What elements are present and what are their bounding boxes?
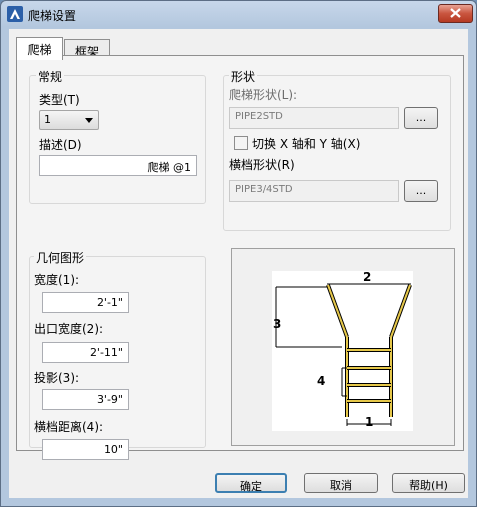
browse-rung-shape-label: ...: [415, 184, 427, 197]
desc-label: 描述(D): [39, 138, 82, 152]
tab-ladder-label: 爬梯: [27, 43, 52, 57]
dim3-label: 3: [273, 317, 281, 331]
dialog-client: 爬梯 框架 常规 类型(T) 1 描述(D) 爬梯 @1 形状 爬梯形状(L):…: [9, 29, 468, 498]
description-field[interactable]: 爬梯 @1: [39, 155, 197, 176]
rung-spacing-value: 10": [103, 443, 123, 456]
ladder-diagram: 2 3 4 1: [273, 270, 412, 429]
exit-width-value: 2'-11": [89, 346, 123, 359]
dim2-label: 2: [363, 271, 371, 284]
width-label: 宽度(1):: [34, 273, 80, 287]
left-rail: [327, 284, 348, 338]
close-x-icon: [450, 8, 461, 18]
ladder-preview: 2 3 4 1: [231, 248, 455, 446]
cancel-button[interactable]: 取消: [304, 473, 378, 493]
ladder-shape-field[interactable]: PIPE2STD: [229, 107, 399, 129]
ladder-shape-value: PIPE2STD: [235, 111, 283, 122]
chevron-down-icon: [85, 118, 93, 123]
close-button[interactable]: [438, 4, 473, 23]
browse-ladder-shape-button[interactable]: ...: [404, 107, 438, 129]
type-label: 类型(T): [39, 93, 80, 107]
general-group-label: 常规: [36, 68, 65, 85]
tab-ladder[interactable]: 爬梯: [16, 37, 63, 60]
swap-axes-checkbox[interactable]: [234, 136, 248, 150]
autocad-a-icon: [7, 6, 23, 22]
browse-rung-shape-button[interactable]: ...: [404, 180, 438, 202]
ladder-shape-label: 爬梯形状(L):: [229, 88, 298, 102]
tab-panel: 常规 类型(T) 1 描述(D) 爬梯 @1 形状 爬梯形状(L): PIPE2…: [16, 55, 464, 460]
window-title: 爬梯设置: [28, 9, 77, 23]
ok-button[interactable]: 确定: [215, 473, 287, 493]
exit-width-field[interactable]: 2'-11": [42, 342, 129, 363]
rung-spacing-field[interactable]: 10": [42, 439, 129, 460]
rung-shape-label: 横档形状(R): [229, 158, 295, 172]
type-select[interactable]: 1: [39, 110, 99, 130]
dim4-label: 4: [317, 374, 325, 388]
help-button[interactable]: 帮助(H): [392, 473, 465, 493]
rung-shape-field[interactable]: PIPE3/4STD: [229, 180, 399, 202]
dialog-window: 爬梯设置 爬梯 框架 常规 类型(T) 1 描述(D) 爬梯 @1 形状 爬梯形…: [0, 0, 477, 507]
help-button-label: 帮助(H): [409, 479, 448, 492]
rung-shape-value: PIPE3/4STD: [235, 184, 293, 195]
cancel-button-label: 取消: [330, 479, 352, 492]
type-value: 1: [44, 113, 51, 126]
browse-ladder-shape-label: ...: [415, 111, 427, 124]
projection-value: 3'-9": [96, 393, 123, 406]
shape-group: 形状 爬梯形状(L): PIPE2STD ... 切换 X 轴和 Y 轴(X) …: [223, 68, 451, 231]
geometry-group-label: 几何图形: [34, 249, 87, 266]
exit-width-label: 出口宽度(2):: [34, 322, 104, 336]
geometry-group: 几何图形 宽度(1): 2'-1" 出口宽度(2): 2'-11" 投影(3):…: [29, 249, 206, 460]
general-group: 常规 类型(T) 1 描述(D) 爬梯 @1: [29, 68, 206, 204]
dim1-label: 1: [365, 415, 373, 429]
projection-field[interactable]: 3'-9": [42, 389, 129, 410]
projection-label: 投影(3):: [34, 371, 80, 385]
shape-group-label: 形状: [229, 68, 258, 85]
width-field[interactable]: 2'-1": [42, 292, 129, 313]
ok-button-label: 确定: [240, 480, 262, 493]
description-value: 爬梯 @1: [147, 161, 192, 174]
right-rail: [390, 284, 411, 338]
rung-spacing-label: 横档距离(4):: [34, 420, 104, 434]
swap-axes-label: 切换 X 轴和 Y 轴(X): [252, 137, 361, 151]
title-bar[interactable]: 爬梯设置: [1, 1, 476, 28]
preview-canvas: 2 3 4 1: [272, 270, 413, 431]
width-value: 2'-1": [96, 296, 123, 309]
